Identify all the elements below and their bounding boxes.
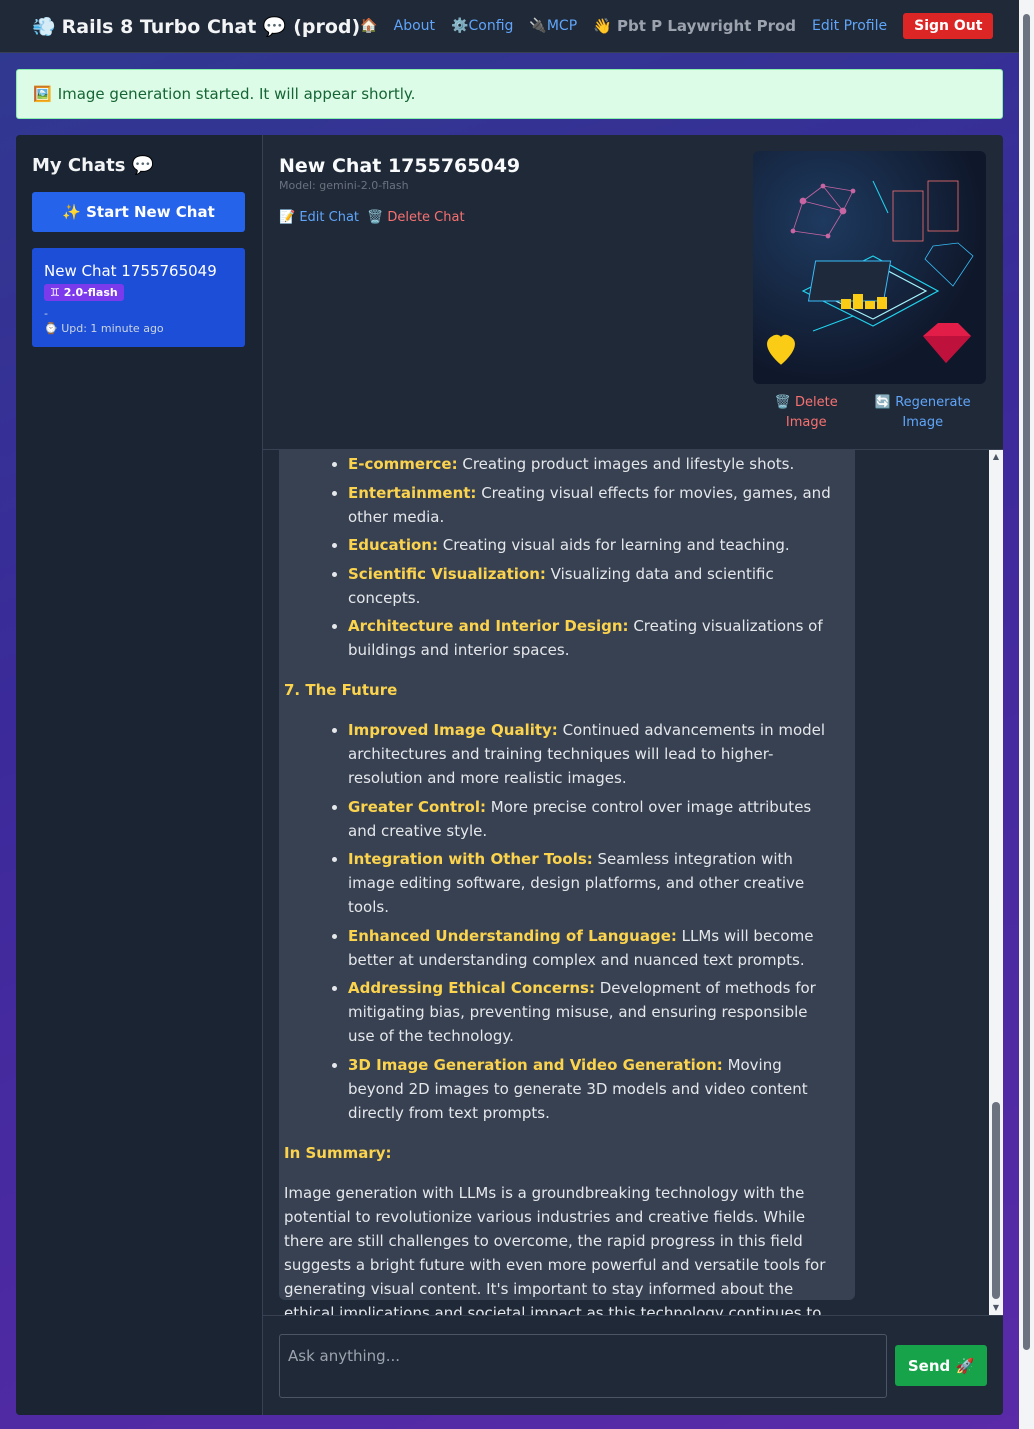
chat-item-updated: ⌚ Upd: 1 minute ago xyxy=(44,322,164,335)
chat-header: New Chat 1755765049 Model: gemini-2.0-fl… xyxy=(263,135,1003,450)
top-navbar: 💨 Rails 8 Turbo Chat 💬 (prod) 🏠 About ⚙️… xyxy=(0,0,1019,53)
nav: 🏠 About ⚙️Config 🔌MCP 👋 Pbt P Laywright … xyxy=(360,13,994,39)
home-icon[interactable]: 🏠 xyxy=(360,18,377,34)
messages-scrollbar[interactable]: ▲ ▼ xyxy=(989,450,1003,1315)
nav-mcp[interactable]: 🔌MCP xyxy=(529,18,577,34)
nav-config[interactable]: ⚙️Config xyxy=(451,18,513,34)
summary-paragraph: Image generation with LLMs is a groundbr… xyxy=(284,1183,826,1316)
delete-chat-link[interactable]: 🗑️ Delete Chat xyxy=(367,210,465,225)
model-badge: ♊ 2.0-flash xyxy=(44,284,124,301)
scroll-up-icon[interactable]: ▲ xyxy=(989,450,1003,464)
delete-image-link[interactable]: 🗑️ Delete Image xyxy=(766,393,846,433)
edit-chat-link[interactable]: 📝 Edit Chat xyxy=(279,210,359,225)
list-item: Education: Creating visual aids for lear… xyxy=(348,533,835,557)
list-item: Addressing Ethical Concerns: Development… xyxy=(348,976,835,1048)
sidebar: My Chats 💬 ✨ Start New Chat New Chat 175… xyxy=(16,135,263,1415)
list-item: Architecture and Interior Design: Creati… xyxy=(348,614,835,662)
image-actions: 🗑️ Delete Image 🔄 Regenerate Image xyxy=(753,393,986,433)
brand-title: Rails 8 Turbo Chat 💬 (prod) xyxy=(61,15,361,38)
chat-item-preview: - xyxy=(44,307,48,320)
start-new-chat-button[interactable]: ✨ Start New Chat xyxy=(32,192,245,232)
message-list-future: Improved Image Quality: Continued advanc… xyxy=(316,718,835,1125)
nav-about[interactable]: About xyxy=(394,18,435,34)
heading-summary: In Summary: xyxy=(284,1143,392,1162)
scroll-down-icon[interactable]: ▼ xyxy=(989,1301,1003,1315)
list-item: 3D Image Generation and Video Generation… xyxy=(348,1053,835,1125)
sign-out-button[interactable]: Sign Out xyxy=(903,13,994,39)
list-item: Improved Image Quality: Continued advanc… xyxy=(348,718,835,790)
brand[interactable]: 💨 Rails 8 Turbo Chat 💬 (prod) xyxy=(32,15,360,38)
send-button[interactable]: Send 🚀 xyxy=(895,1345,987,1386)
message-list-applications: E-commerce: Creating product images and … xyxy=(316,452,835,662)
list-item: E-commerce: Creating product images and … xyxy=(348,452,835,476)
picture-icon: 🖼️ xyxy=(33,85,52,103)
composer: Send 🚀 xyxy=(263,1315,1003,1415)
wind-icon: 💨 xyxy=(32,15,56,38)
assistant-message: E-commerce: Creating product images and … xyxy=(279,450,855,1315)
list-item: Scientific Visualization: Visualizing da… xyxy=(348,562,835,610)
flash-notice: 🖼️ Image generation started. It will app… xyxy=(16,69,1003,119)
generated-image-art xyxy=(767,180,974,365)
app-shell: My Chats 💬 ✨ Start New Chat New Chat 175… xyxy=(16,135,1003,1415)
generated-image[interactable] xyxy=(753,151,986,384)
message-input[interactable] xyxy=(279,1333,887,1398)
sidebar-title: My Chats 💬 xyxy=(32,155,155,176)
list-item: Entertainment: Creating visual effects f… xyxy=(348,481,835,529)
scrollbar-thumb[interactable] xyxy=(992,1102,1000,1299)
chat-list-item[interactable]: New Chat 1755765049 ♊ 2.0-flash - ⌚ Upd:… xyxy=(32,248,245,347)
page-scrollbar[interactable] xyxy=(1019,0,1034,1429)
nav-edit-profile[interactable]: Edit Profile xyxy=(812,18,887,34)
list-item: Integration with Other Tools: Seamless i… xyxy=(348,847,835,919)
chat-main: New Chat 1755765049 Model: gemini-2.0-fl… xyxy=(263,135,1003,1415)
chat-item-title: New Chat 1755765049 xyxy=(44,262,217,280)
regenerate-image-link[interactable]: 🔄 Regenerate Image xyxy=(873,393,973,433)
flash-text: Image generation started. It will appear… xyxy=(57,85,416,103)
list-item: Greater Control: More precise control ov… xyxy=(348,795,835,843)
user-greeting: 👋 Pbt P Laywright Prod xyxy=(593,17,797,35)
heading-future: 7. The Future xyxy=(284,681,398,699)
messages-pane[interactable]: E-commerce: Creating product images and … xyxy=(263,450,1003,1315)
page-scrollbar-thumb[interactable] xyxy=(1023,14,1030,1350)
list-item: Enhanced Understanding of Language: LLMs… xyxy=(348,924,835,972)
